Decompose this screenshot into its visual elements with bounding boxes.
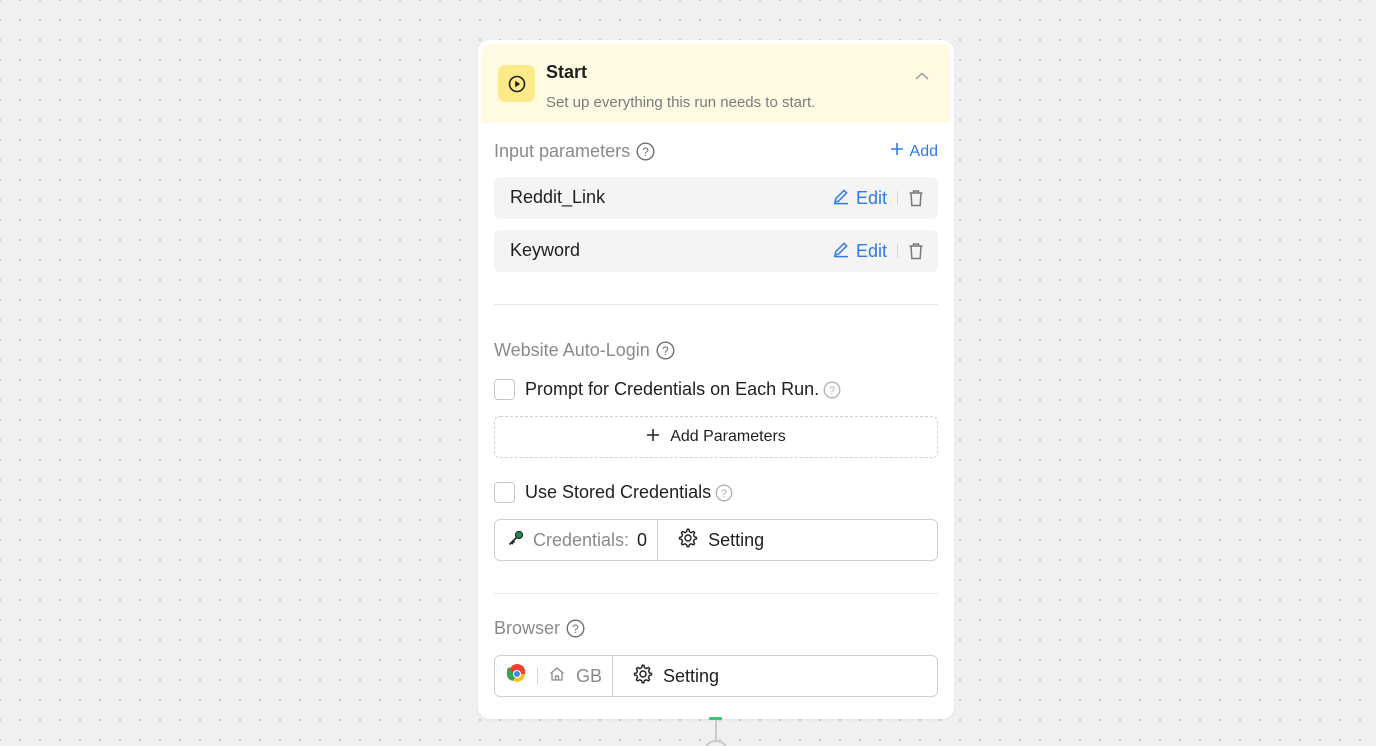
svg-text:?: ?: [642, 145, 649, 159]
edit-label: Edit: [855, 240, 887, 261]
browser-control: GB Setting: [494, 655, 938, 697]
play-circle-icon: [498, 65, 535, 102]
chevron-up-icon[interactable]: [914, 68, 930, 84]
trash-icon[interactable]: [908, 189, 924, 207]
browser-heading: Browser ?: [494, 618, 585, 639]
start-node-card: Start Set up everything this run needs t…: [478, 40, 954, 719]
credentials-label: Credentials:: [533, 529, 630, 550]
question-circle-icon[interactable]: ?: [656, 341, 675, 360]
question-circle-icon[interactable]: ?: [715, 484, 733, 502]
prompt-credentials-option: Prompt for Credentials on Each Run. ?: [494, 379, 841, 400]
parameter-row: Keyword Edit: [494, 230, 938, 272]
connector-handle[interactable]: [709, 717, 722, 720]
parameter-name: Keyword: [510, 240, 581, 260]
start-node-header: Start Set up everything this run needs t…: [482, 44, 950, 123]
edit-parameter-button[interactable]: Edit: [832, 187, 887, 210]
svg-text:?: ?: [721, 488, 727, 500]
add-parameters-button[interactable]: Add Parameters: [494, 416, 938, 458]
auto-login-heading: Website Auto-Login ?: [494, 340, 675, 361]
svg-text:?: ?: [662, 344, 669, 358]
question-circle-icon[interactable]: ?: [566, 619, 585, 638]
credentials-count: 0: [637, 529, 648, 550]
node-title: Start: [546, 62, 588, 82]
browser-label: Browser: [494, 618, 561, 638]
setting-label: Setting: [708, 529, 765, 550]
question-circle-icon[interactable]: ?: [636, 142, 655, 161]
add-label: Add: [909, 142, 938, 160]
browser-region: GB: [576, 665, 603, 686]
edit-parameter-button[interactable]: Edit: [832, 240, 887, 263]
home-icon: [548, 665, 566, 688]
gear-icon: [633, 663, 653, 689]
node-subtitle: Set up everything this run needs to star…: [546, 94, 816, 111]
plus-icon: [646, 428, 660, 447]
stored-credentials-option: Use Stored Credentials ?: [494, 482, 733, 503]
setting-label: Setting: [663, 665, 720, 686]
trash-icon[interactable]: [908, 242, 924, 260]
key-icon: [507, 529, 525, 552]
parameter-name: Reddit_Link: [510, 187, 606, 207]
chrome-icon: [506, 663, 527, 689]
section-divider: [494, 593, 938, 594]
svg-text:?: ?: [572, 622, 579, 636]
section-divider: [494, 304, 938, 305]
stored-credentials-checkbox[interactable]: [494, 482, 515, 503]
input-parameters-heading: Input parameters ?: [494, 141, 655, 162]
gear-icon: [678, 527, 698, 553]
add-node-handle[interactable]: [703, 740, 729, 746]
add-parameter-button[interactable]: Add: [890, 142, 938, 161]
add-parameters-label: Add Parameters: [670, 428, 786, 445]
auto-login-label: Website Auto-Login: [494, 340, 650, 360]
browser-setting-button[interactable]: Setting: [613, 656, 937, 696]
plus-icon: [890, 142, 904, 161]
parameter-row: Reddit_Link Edit: [494, 177, 938, 219]
credentials-count-display: Credentials: 0: [495, 520, 659, 560]
pencil-icon: [832, 187, 850, 210]
question-circle-icon[interactable]: ?: [823, 381, 841, 399]
credentials-setting-button[interactable]: Setting: [658, 520, 937, 560]
svg-text:?: ?: [829, 385, 835, 397]
prompt-credentials-checkbox[interactable]: [494, 379, 515, 400]
input-parameters-label: Input parameters: [494, 141, 631, 161]
browser-info-display: GB: [495, 656, 614, 696]
credentials-control: Credentials: 0 Setting: [494, 519, 938, 561]
stored-credentials-label: Use Stored Credentials: [525, 482, 712, 502]
prompt-credentials-label: Prompt for Credentials on Each Run.: [525, 379, 820, 399]
edit-label: Edit: [855, 187, 887, 208]
pencil-icon: [832, 240, 850, 263]
